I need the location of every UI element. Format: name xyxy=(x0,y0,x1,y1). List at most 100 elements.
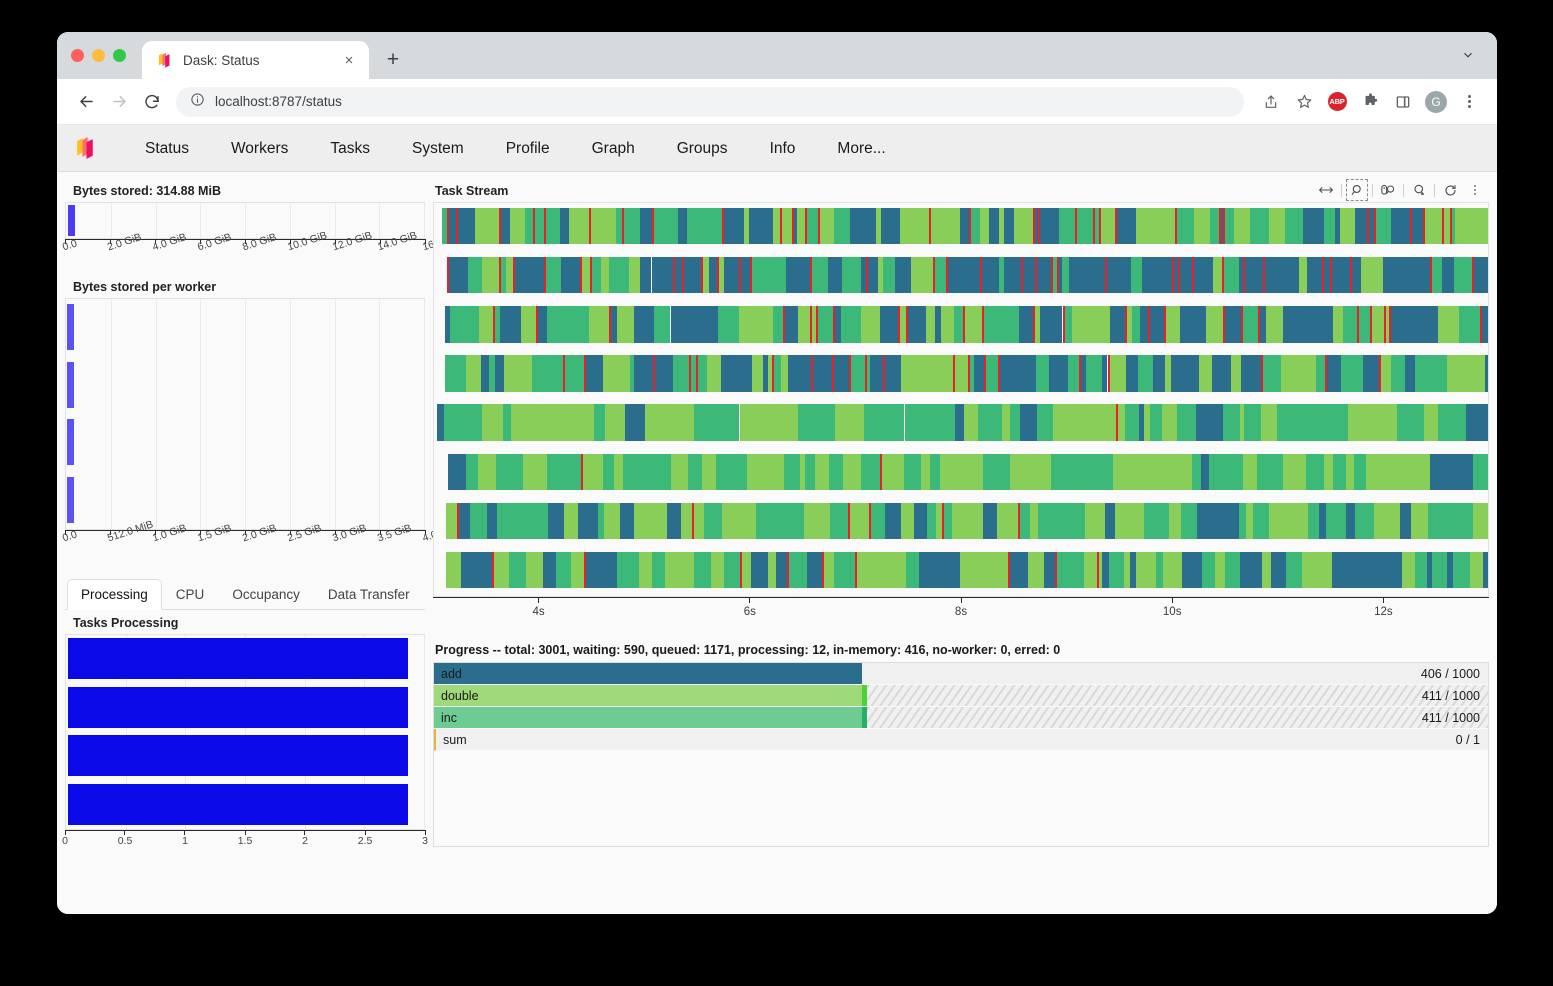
gridline xyxy=(290,299,291,529)
bytes-per-worker-chart[interactable] xyxy=(65,298,425,530)
wheel-zoom-tool-icon[interactable] xyxy=(1378,180,1398,200)
tasks-processing-chart[interactable] xyxy=(65,634,425,830)
progress-row[interactable]: inc411 / 1000 xyxy=(434,707,1488,729)
nav-item-workers[interactable]: Workers xyxy=(210,125,309,172)
tasks-processing-bar xyxy=(68,735,408,776)
task-stream-chart[interactable] xyxy=(433,202,1489,597)
task-rectangle xyxy=(640,208,653,244)
tab-processing[interactable]: Processing xyxy=(67,579,162,610)
close-window-button[interactable] xyxy=(71,49,84,62)
task-transfer-marker xyxy=(652,208,654,244)
browser-tab[interactable]: Dask: Status × xyxy=(142,41,369,79)
progress-chart[interactable]: add406 / 1000double411 / 1000inc411 / 10… xyxy=(433,662,1489,847)
nav-item-system[interactable]: System xyxy=(391,125,485,172)
task-rectangle xyxy=(1277,404,1297,440)
task-rectangle xyxy=(997,503,1017,539)
nav-item-profile[interactable]: Profile xyxy=(485,125,571,172)
task-stream-row[interactable] xyxy=(434,454,1488,490)
task-rectangle xyxy=(1409,454,1430,490)
nav-item-groups[interactable]: Groups xyxy=(656,125,749,172)
reset-tool-icon[interactable] xyxy=(1440,180,1460,200)
task-rectangle xyxy=(1049,208,1059,244)
nav-item-graph[interactable]: Graph xyxy=(571,125,656,172)
task-transfer-marker xyxy=(849,355,851,391)
box-zoom-tool-icon[interactable] xyxy=(1347,180,1367,200)
task-rectangle xyxy=(848,503,869,539)
task-stream-row[interactable] xyxy=(434,503,1488,539)
task-rectangle xyxy=(761,404,780,440)
task-transfer-marker xyxy=(982,306,984,342)
task-rectangle xyxy=(1355,208,1367,244)
tab-data-transfer[interactable]: Data Transfer xyxy=(314,579,424,610)
task-rectangle xyxy=(724,552,740,588)
share-icon[interactable] xyxy=(1257,88,1285,116)
task-transfer-marker xyxy=(1125,306,1127,342)
task-rectangle xyxy=(1068,355,1080,391)
task-rectangle xyxy=(984,355,999,391)
maximize-window-button[interactable] xyxy=(113,49,126,62)
minimize-window-button[interactable] xyxy=(92,49,105,62)
forward-arrow-icon[interactable] xyxy=(104,87,134,117)
dask-logo-icon[interactable] xyxy=(73,136,98,161)
kebab-menu-icon[interactable] xyxy=(1455,88,1483,116)
task-rectangle xyxy=(700,404,718,440)
task-rectangle xyxy=(1405,306,1424,342)
task-rectangle xyxy=(1263,454,1270,490)
progress-row[interactable]: double411 / 1000 xyxy=(434,685,1488,707)
nav-item-more[interactable]: More... xyxy=(816,125,906,172)
task-rectangle xyxy=(482,257,500,293)
info-circle-icon[interactable] xyxy=(190,92,205,112)
axis-tick-label: 1.5 xyxy=(238,835,253,847)
task-rectangle xyxy=(1180,306,1193,342)
nav-item-tasks[interactable]: Tasks xyxy=(309,125,391,172)
task-stream-row[interactable] xyxy=(434,306,1488,342)
gridline xyxy=(156,299,157,529)
reload-icon[interactable] xyxy=(137,87,167,117)
task-transfer-marker xyxy=(1033,208,1035,244)
task-transfer-marker xyxy=(740,552,742,588)
nav-item-info[interactable]: Info xyxy=(749,125,817,172)
close-tab-button[interactable]: × xyxy=(339,50,359,70)
new-tab-button[interactable]: + xyxy=(379,46,407,74)
axis-tick-label: 1 xyxy=(182,835,188,847)
task-rectangle xyxy=(828,257,842,293)
chevron-down-icon[interactable] xyxy=(1461,48,1475,62)
adblock-extension-icon[interactable]: ABP xyxy=(1323,88,1351,116)
tab-occupancy[interactable]: Occupancy xyxy=(218,579,314,610)
task-rectangle xyxy=(807,552,822,588)
task-rectangle xyxy=(1391,355,1405,391)
task-rectangle xyxy=(445,355,467,391)
task-stream-row[interactable] xyxy=(434,257,1488,293)
task-rectangle xyxy=(749,208,765,244)
address-bar[interactable]: localhost:8787/status xyxy=(176,87,1244,117)
task-rectangle xyxy=(1281,355,1294,391)
star-icon[interactable] xyxy=(1290,88,1318,116)
nav-item-status[interactable]: Status xyxy=(124,125,210,172)
progress-row[interactable]: sum0 / 1 xyxy=(434,729,1488,751)
task-stream-row[interactable] xyxy=(434,404,1488,440)
progress-row[interactable]: add406 / 1000 xyxy=(434,663,1488,685)
task-rectangle xyxy=(861,454,868,490)
avatar[interactable]: G xyxy=(1422,88,1450,116)
task-rectangle xyxy=(1455,208,1466,244)
task-transfer-marker xyxy=(1051,257,1053,293)
task-stream-row[interactable] xyxy=(434,355,1488,391)
task-rectangle xyxy=(506,257,514,293)
puzzle-piece-icon[interactable] xyxy=(1356,88,1384,116)
task-stream-row[interactable] xyxy=(434,552,1488,588)
task-rectangle xyxy=(1285,257,1299,293)
task-rectangle xyxy=(940,454,948,490)
task-transfer-marker xyxy=(772,355,774,391)
task-rectangle xyxy=(677,404,694,440)
task-rectangle xyxy=(1194,208,1210,244)
back-arrow-icon[interactable] xyxy=(71,87,101,117)
zoom-in-tool-icon[interactable] xyxy=(1409,180,1429,200)
pan-tool-icon[interactable] xyxy=(1316,180,1336,200)
task-rectangle xyxy=(1062,257,1069,293)
side-panel-icon[interactable] xyxy=(1389,88,1417,116)
task-transfer-marker xyxy=(689,355,691,391)
tool-overflow-icon[interactable] xyxy=(1465,180,1485,200)
task-rectangle xyxy=(1125,404,1138,440)
tab-cpu[interactable]: CPU xyxy=(162,579,219,610)
task-stream-row[interactable] xyxy=(434,208,1488,244)
